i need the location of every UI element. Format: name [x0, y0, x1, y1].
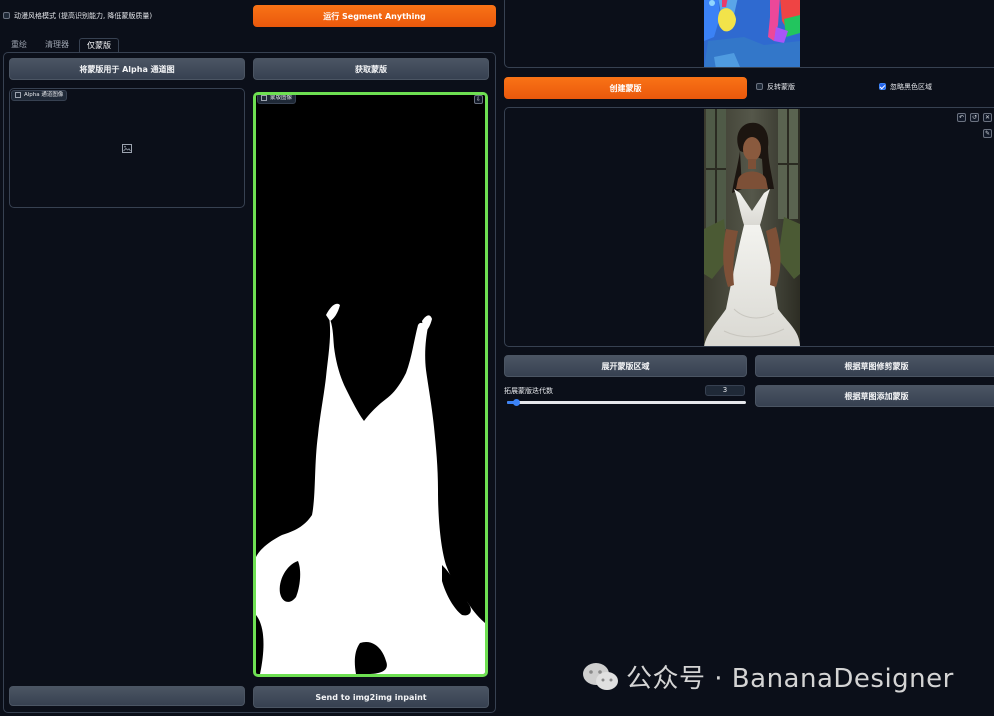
ignore-black-label: 忽略黑色区域 [890, 83, 932, 91]
wechat-icon [583, 662, 618, 690]
send-to-img2img-label: Send to img2img inpaint [315, 692, 427, 702]
apply-mask-to-alpha-button[interactable]: 将蒙版用于 Alpha 通道图 [9, 58, 245, 80]
image-small-icon [261, 95, 267, 101]
tab-cleaner[interactable]: 清理器 [45, 38, 69, 52]
tab-inpaint[interactable]: 重绘 [11, 38, 27, 52]
watermark-text: 公众号 · BananaDesigner [626, 664, 954, 694]
anime-mode-label: 动漫风格模式 (提高识别能力, 降低蒙版质量) [14, 12, 153, 20]
dilation-slider-track[interactable] [507, 399, 746, 406]
download-icon[interactable]: ⇩ [474, 95, 483, 104]
image-placeholder-icon [122, 144, 132, 153]
create-mask-label: 创建蒙版 [609, 83, 642, 93]
anime-mode-checkbox[interactable] [3, 12, 10, 19]
segmentation-preview-box [504, 0, 994, 68]
expand-mask-label: 展开蒙版区域 [601, 361, 650, 371]
segmentation-preview-image [704, 0, 800, 67]
dilation-label: 拓展蒙版迭代数 [504, 387, 553, 395]
woman-photo-image [704, 109, 800, 346]
run-segment-anything-label: 运行 Segment Anything [323, 11, 426, 21]
alpha-image-label: Alpha 通道图像 [24, 92, 64, 98]
mask-image-box[interactable]: 蒙版图像 ⇩ [253, 92, 488, 677]
add-mask-by-sketch-button[interactable]: 根据草图添加蒙版 [755, 385, 994, 407]
alpha-image-box[interactable]: Alpha 通道图像 [9, 88, 245, 208]
invert-mask-checkbox[interactable] [756, 83, 763, 90]
image-small-icon [15, 91, 21, 98]
send-to-img2img-inpaint-button[interactable]: Send to img2img inpaint [253, 686, 489, 708]
apply-mask-to-alpha-label: 将蒙版用于 Alpha 通道图 [79, 64, 175, 74]
dilation-number-input[interactable]: 3 [705, 385, 745, 396]
reset-icon[interactable]: ↺ [970, 113, 979, 122]
mask-image-tag: 蒙版图像 [257, 95, 297, 104]
watermark: 公众号 · BananaDesigner [582, 658, 954, 695]
tab-mask-only[interactable]: 仅蒙版 [79, 38, 119, 53]
trim-mask-by-sketch-button[interactable]: 根据草图修剪蒙版 [755, 355, 994, 377]
ignore-black-checkbox[interactable] [879, 83, 886, 90]
brush-icon[interactable]: ✎ [983, 129, 992, 138]
dilation-slider-thumb[interactable] [513, 399, 521, 406]
mask-image-label: 蒙版图像 [270, 95, 293, 101]
empty-button[interactable] [9, 686, 245, 706]
close-icon[interactable]: ✕ [983, 113, 992, 122]
mask-silhouette-image [256, 95, 485, 674]
get-mask-label: 获取蒙版 [355, 64, 387, 74]
run-segment-anything-button[interactable]: 运行 Segment Anything [253, 5, 496, 27]
alpha-image-tag: Alpha 通道图像 [11, 90, 68, 101]
trim-mask-by-sketch-label: 根据草图修剪蒙版 [844, 361, 909, 371]
undo-icon[interactable]: ↶ [957, 113, 966, 122]
invert-mask-label: 反转蒙版 [767, 83, 795, 91]
create-mask-button[interactable]: 创建蒙版 [504, 77, 747, 99]
sketch-canvas-box[interactable]: ↶ ↺ ✕ ✎ [504, 107, 994, 347]
expand-mask-button[interactable]: 展开蒙版区域 [504, 355, 747, 377]
get-mask-button[interactable]: 获取蒙版 [253, 58, 489, 80]
add-mask-by-sketch-label: 根据草图添加蒙版 [844, 391, 909, 401]
dilation-value: 3 [722, 386, 728, 394]
